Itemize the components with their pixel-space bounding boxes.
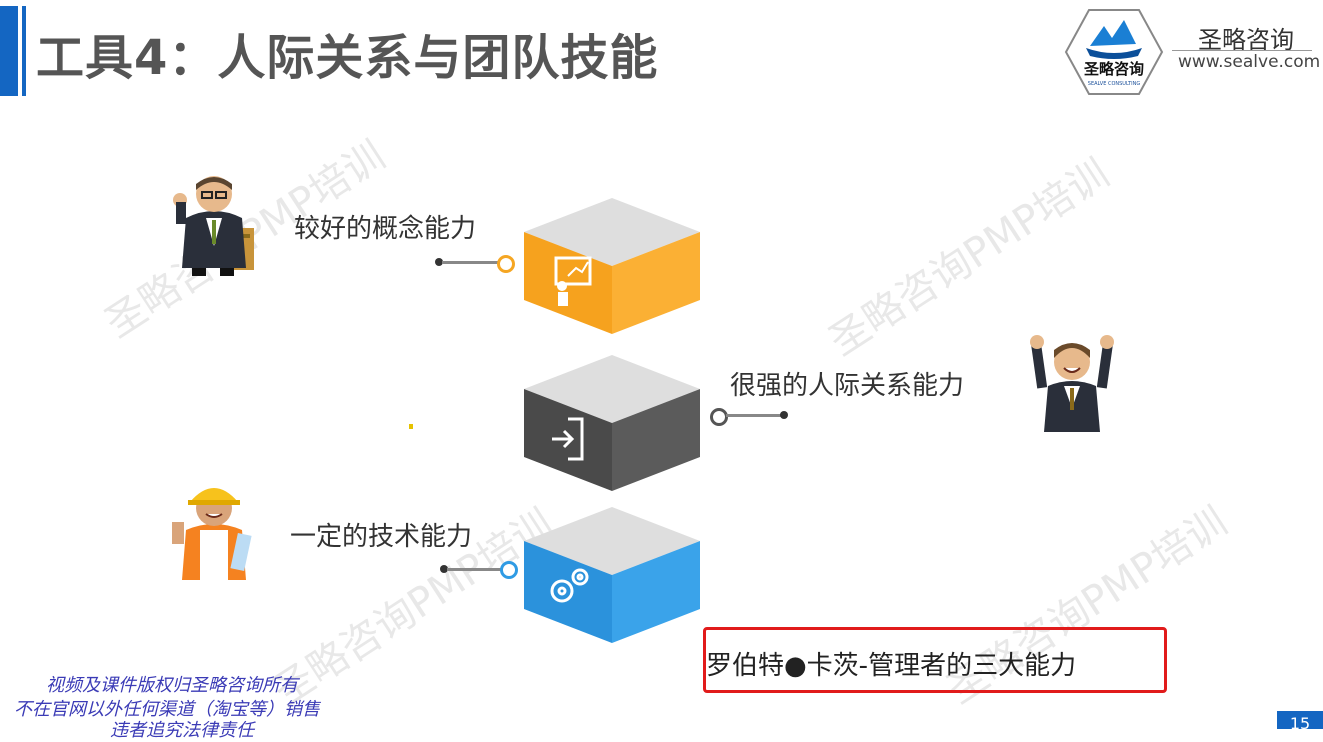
worker-figure-icon [172, 488, 252, 580]
item-label-conceptual: 较好的概念能力 [294, 214, 477, 244]
connector-ring [500, 561, 518, 579]
cube-technical [524, 507, 700, 643]
logo-text: 圣略咨询 [1083, 60, 1144, 78]
connector-ring [710, 408, 728, 426]
item-label-interpersonal: 很强的人际关系能力 [730, 371, 965, 401]
cube-interpersonal [524, 355, 700, 491]
connector-line [442, 261, 500, 264]
stray-dot [409, 424, 413, 429]
brand-divider [1172, 50, 1312, 51]
caption-text: 罗伯特●卡茨-管理者的三大能力 [706, 651, 1077, 681]
title-accent-bar-thin [22, 6, 26, 96]
logo-subtext: SEALVE CONSULTING [1088, 81, 1141, 87]
brand-logo-icon: 圣略咨询 SEALVE CONSULTING [1064, 9, 1164, 95]
connector-ring [497, 255, 515, 273]
cube-conceptual [524, 198, 700, 334]
connector-line [447, 568, 503, 571]
cheering-man-figure-icon [1030, 335, 1114, 432]
item-label-technical: 一定的技术能力 [290, 522, 473, 552]
copyright-line-3: 违者追究法律责任 [110, 720, 254, 741]
brand-url: www.sealve.com [1178, 52, 1321, 72]
page-number: 15 [1277, 711, 1323, 729]
slide-title: 工具4：人际关系与团队技能 [36, 30, 659, 86]
connector-line [726, 414, 784, 417]
businessman-figure-icon [173, 176, 254, 276]
connector-dot [780, 411, 788, 419]
copyright-line-1: 视频及课件版权归圣略咨询所有 [46, 675, 298, 696]
title-accent-bar [0, 6, 18, 96]
